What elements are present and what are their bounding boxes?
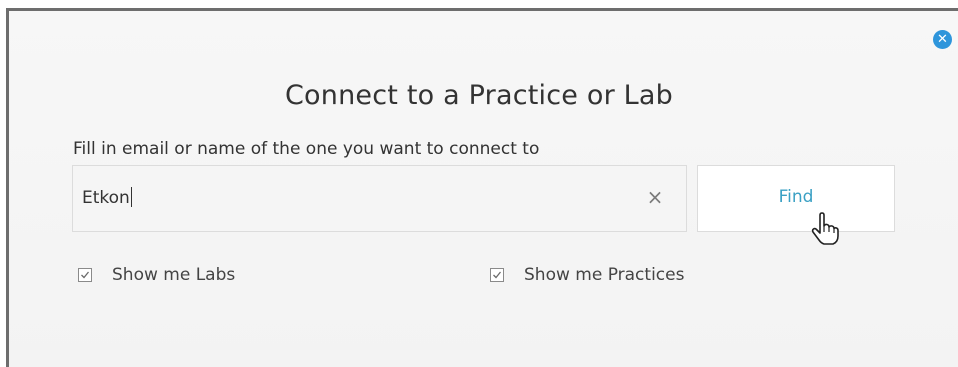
show-labs-checkbox[interactable] — [78, 268, 92, 282]
checkmark-icon — [493, 271, 502, 279]
find-button[interactable]: Find — [697, 165, 895, 232]
search-text: Etkon — [82, 188, 130, 208]
text-caret — [130, 187, 132, 207]
show-labs-label: Show me Labs — [112, 265, 236, 285]
dialog-subtitle: Fill in email or name of the one you wan… — [73, 139, 540, 159]
show-labs-checkbox-row[interactable]: Show me Labs — [78, 265, 235, 285]
search-input[interactable]: Etkon × — [72, 165, 687, 232]
checkmark-icon — [81, 271, 90, 279]
clear-icon[interactable]: × — [645, 184, 665, 210]
close-icon[interactable]: ✕ — [933, 30, 952, 49]
show-practices-checkbox-row[interactable]: Show me Practices — [490, 265, 684, 285]
hand-pointer-icon — [811, 212, 839, 245]
show-practices-label: Show me Practices — [524, 265, 685, 285]
dialog-title: Connect to a Practice or Lab — [285, 80, 673, 111]
show-practices-checkbox[interactable] — [490, 268, 504, 282]
search-input-value[interactable]: Etkon — [82, 187, 132, 208]
